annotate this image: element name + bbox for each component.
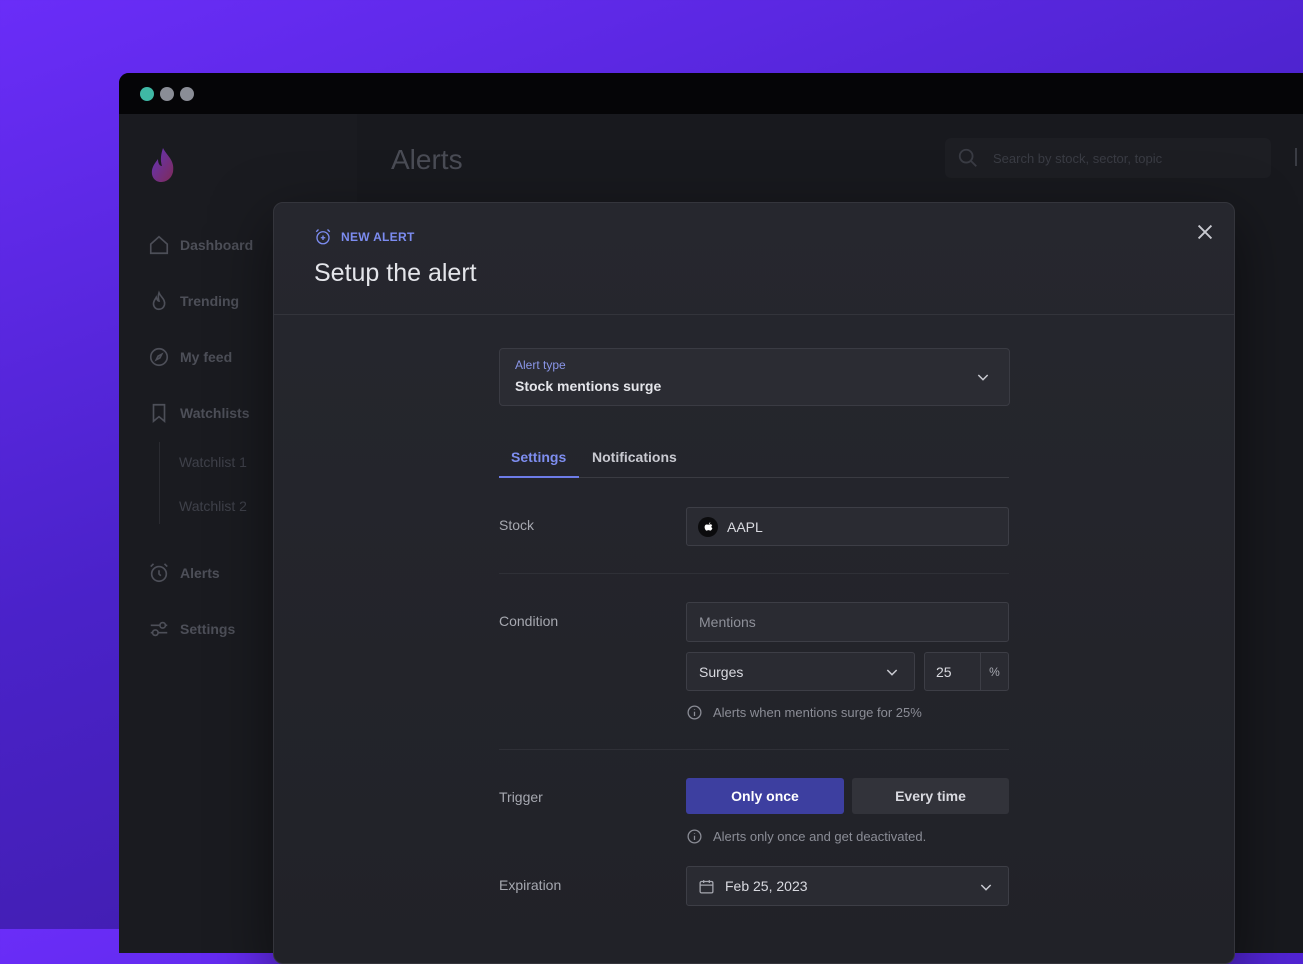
sidebar-item-trending[interactable]: Trending <box>148 290 239 312</box>
tab-settings[interactable]: Settings <box>511 449 566 465</box>
stock-field[interactable]: AAPL <box>686 507 1009 546</box>
close-icon[interactable] <box>1194 221 1216 243</box>
sidebar-item-label: Watchlists <box>180 405 250 421</box>
search-input[interactable]: Search by stock, sector, topic <box>945 138 1271 178</box>
tab-notifications[interactable]: Notifications <box>592 449 677 465</box>
watchlist-tree-line <box>159 442 160 524</box>
sliders-icon <box>150 621 168 637</box>
sidebar-item-label: Dashboard <box>180 237 254 253</box>
stock-label: Stock <box>499 517 535 533</box>
window-minimize-dot[interactable] <box>160 87 174 101</box>
section-divider <box>499 573 1009 574</box>
condition-amount-value: 25 <box>936 663 952 680</box>
condition-operator-select[interactable]: Surges <box>686 652 915 691</box>
calendar-icon <box>699 879 714 894</box>
sidebar-item-dashboard[interactable]: Dashboard <box>148 234 253 256</box>
condition-hint: Alerts when mentions surge for 25% <box>686 704 922 721</box>
condition-hint-text: Alerts when mentions surge for 25% <box>713 705 922 720</box>
page-title: Alerts <box>391 144 463 175</box>
window-close-dot[interactable] <box>140 87 154 101</box>
condition-amount-input[interactable]: 25 % <box>924 652 1009 691</box>
sidebar-item-label: Settings <box>180 621 236 637</box>
modal-header: NEW ALERT Setup the alert <box>274 203 1234 315</box>
window-maximize-dot[interactable] <box>180 87 194 101</box>
expiration-value: Feb 25, 2023 <box>725 878 808 894</box>
trigger-hint: Alerts only once and get deactivated. <box>686 828 926 845</box>
apple-logo-icon <box>698 516 718 537</box>
sidebar-item-label: My feed <box>180 349 233 365</box>
new-alert-modal: NEW ALERT Setup the alert Alert type Sto… <box>273 202 1235 964</box>
trigger-label: Trigger <box>499 789 543 805</box>
condition-label: Condition <box>499 613 559 629</box>
modal-eyebrow-text: NEW ALERT <box>341 230 415 244</box>
trigger-only-once-button[interactable]: Only once <box>686 778 844 814</box>
sidebar-item-label: Trending <box>180 293 240 309</box>
alert-tabs: Settings Notifications <box>499 441 1009 478</box>
info-icon <box>687 705 702 720</box>
search-icon <box>958 148 977 167</box>
condition-metric-field[interactable]: Mentions <box>686 602 1009 642</box>
sidebar-item-my-feed[interactable]: My feed <box>148 346 232 368</box>
expiration-label: Expiration <box>499 877 562 893</box>
sidebar-subitem-watchlist-2[interactable]: Watchlist 2 <box>179 498 247 514</box>
window-titlebar <box>119 73 1303 114</box>
alarm-icon <box>150 563 168 583</box>
sidebar-item-label: Alerts <box>180 565 220 581</box>
sidebar-item-settings[interactable]: Settings <box>148 618 235 640</box>
alert-type-select[interactable]: Alert type Stock mentions surge <box>499 348 1010 406</box>
chevron-down-icon <box>980 884 992 891</box>
chevron-down-icon <box>977 374 989 381</box>
flame-icon <box>152 290 166 311</box>
home-icon <box>149 235 169 255</box>
alarm-plus-icon <box>315 229 331 245</box>
alert-type-label: Alert type <box>515 358 566 372</box>
trigger-hint-text: Alerts only once and get deactivated. <box>713 829 927 844</box>
condition-metric-placeholder: Mentions <box>699 614 756 630</box>
compass-icon <box>149 347 169 367</box>
chevron-down-icon <box>886 669 898 676</box>
modal-title: Setup the alert <box>314 259 477 287</box>
bookmark-icon <box>152 403 166 424</box>
sidebar-item-alerts[interactable]: Alerts <box>148 562 220 584</box>
alert-type-value: Stock mentions surge <box>515 378 662 394</box>
trigger-every-time-button[interactable]: Every time <box>852 778 1009 814</box>
modal-eyebrow: NEW ALERT <box>314 228 415 246</box>
expiration-date-picker[interactable]: Feb 25, 2023 <box>686 866 1009 906</box>
percent-suffix: % <box>980 653 1008 690</box>
flame-logo-icon[interactable] <box>147 146 179 184</box>
search-placeholder: Search by stock, sector, topic <box>993 150 1163 166</box>
stock-value: AAPL <box>727 518 763 535</box>
active-tab-indicator <box>499 476 579 478</box>
info-icon <box>687 829 702 844</box>
sidebar-subitem-watchlist-1[interactable]: Watchlist 1 <box>179 454 247 470</box>
condition-operator-value: Surges <box>699 663 744 680</box>
user-menu-icon[interactable] <box>1295 148 1303 166</box>
section-divider <box>499 749 1009 750</box>
sidebar-item-watchlists[interactable]: Watchlists <box>148 402 250 424</box>
